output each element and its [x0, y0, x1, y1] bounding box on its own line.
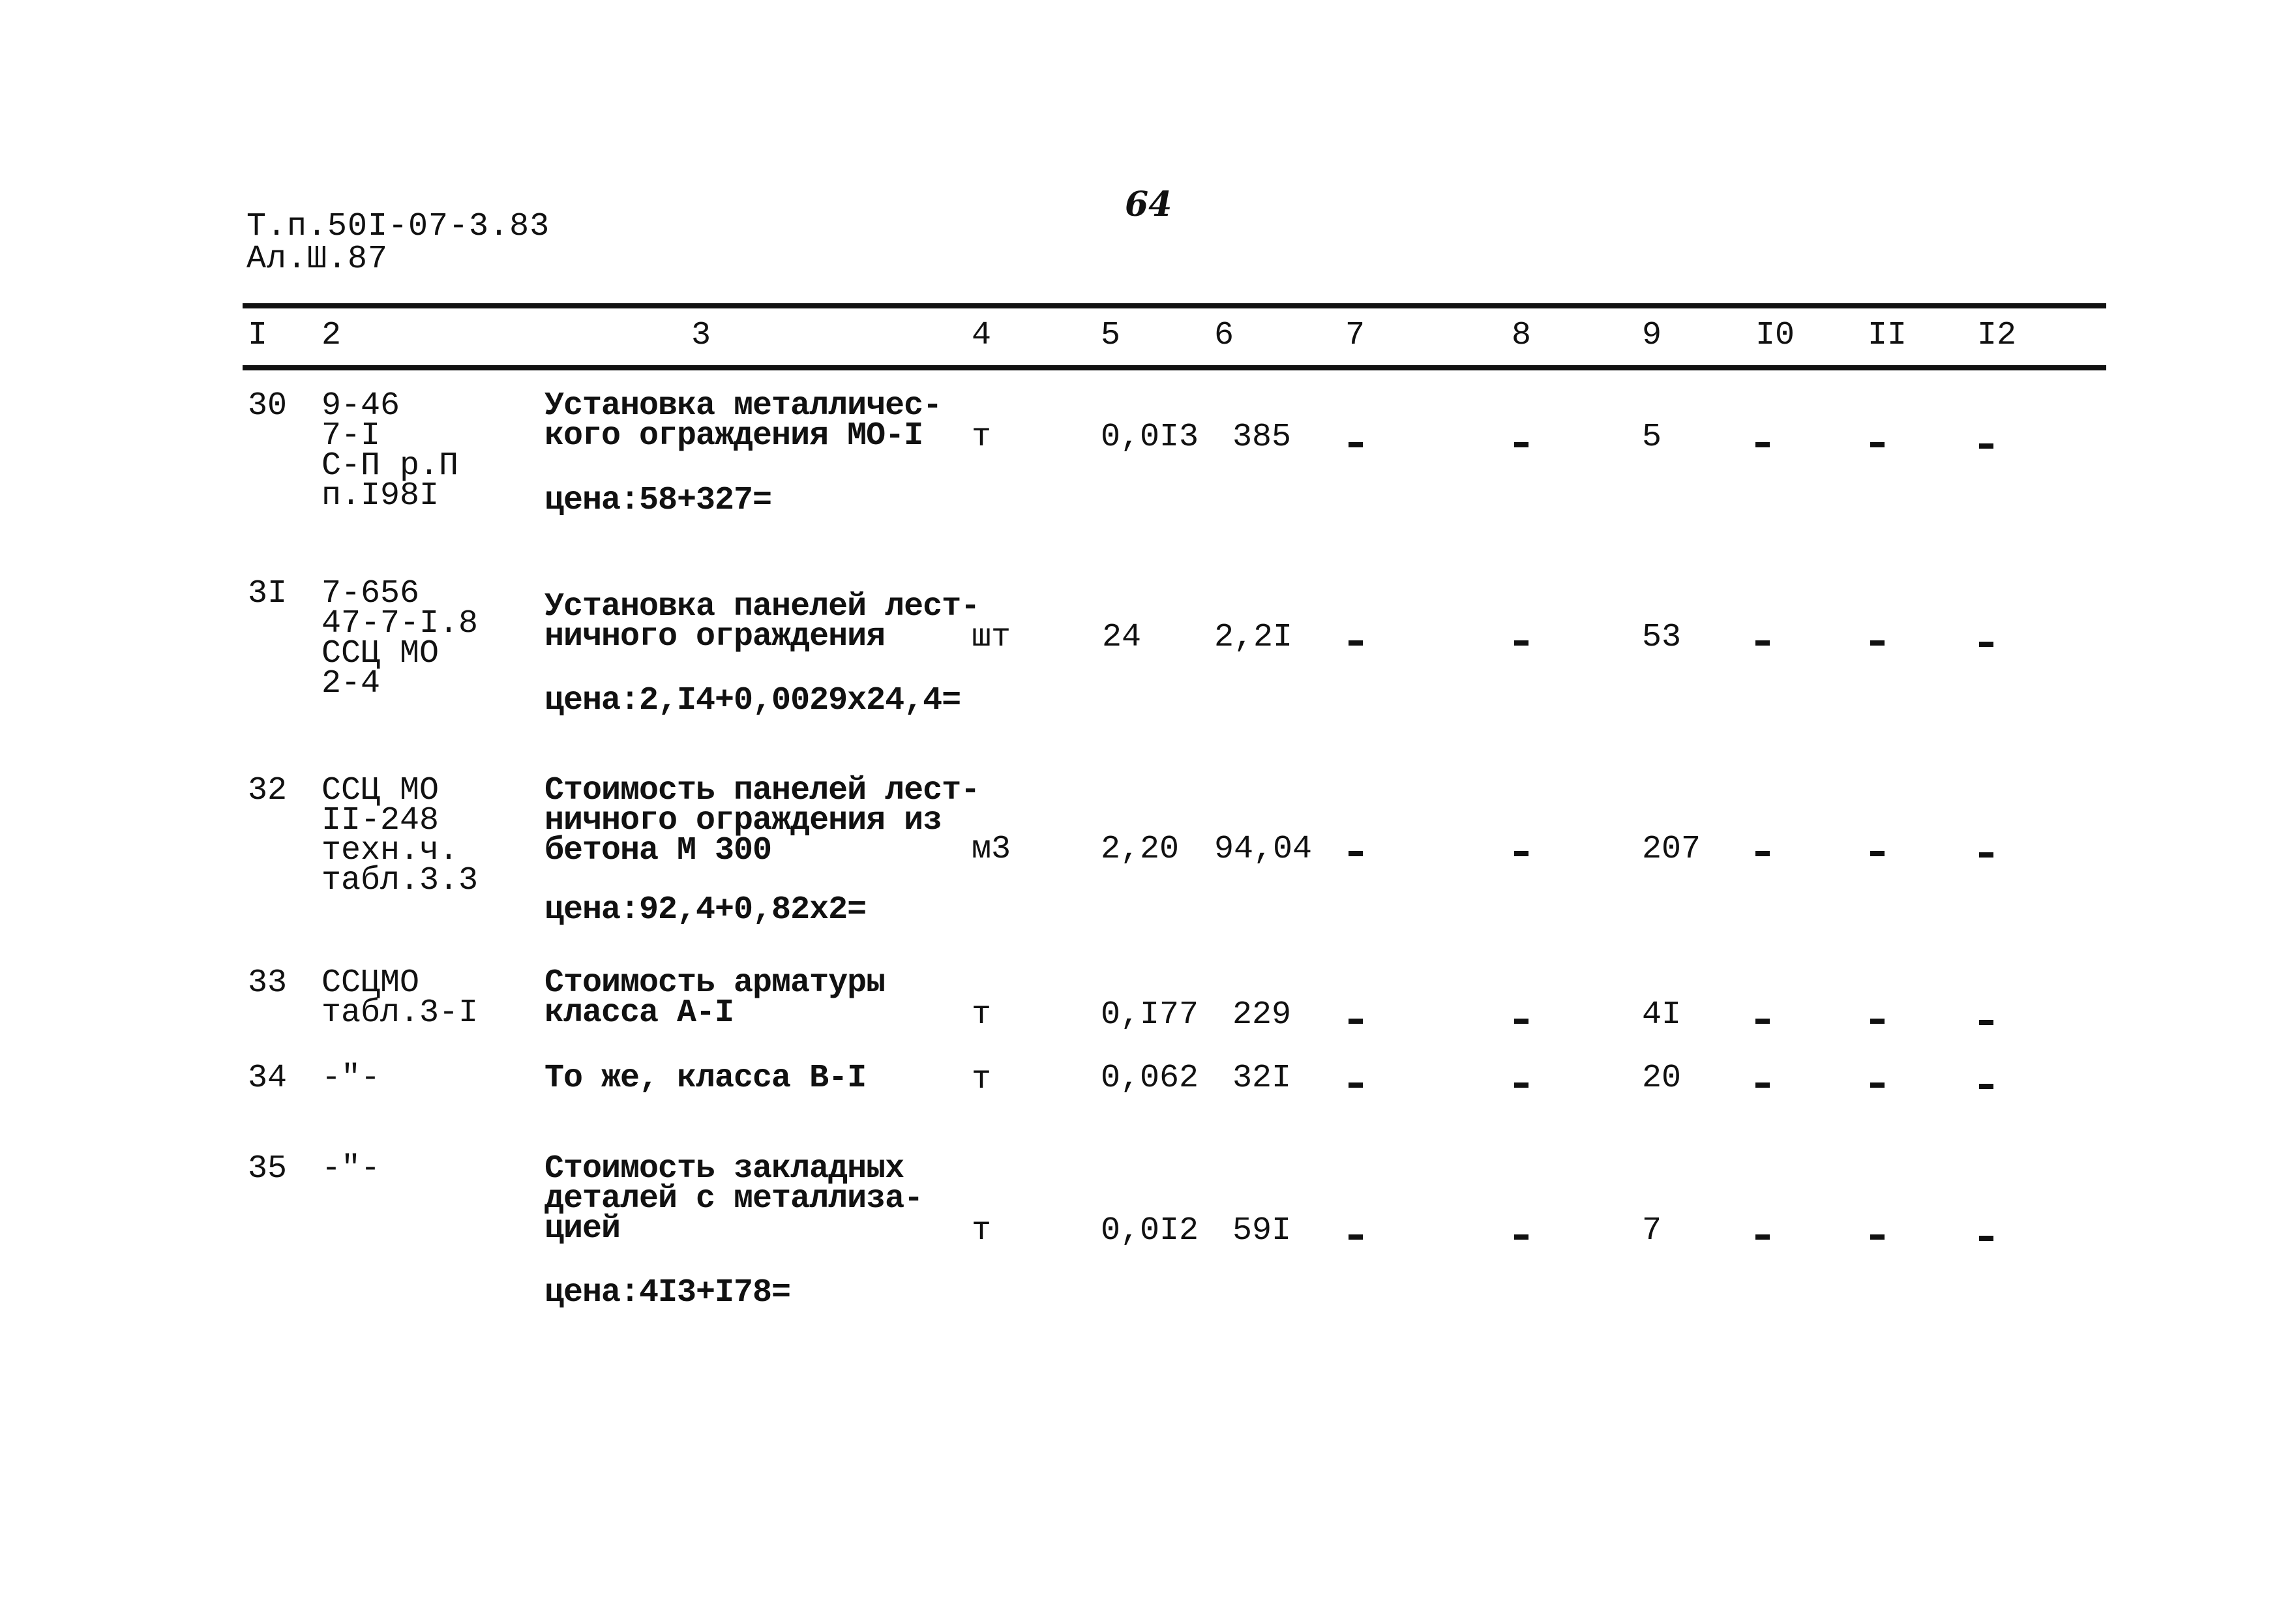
unit: м3	[972, 831, 1011, 868]
column-header: II	[1868, 317, 1907, 354]
work-description: Установка панелей лест- ничного огражден…	[544, 588, 980, 655]
unit: т	[972, 1212, 992, 1249]
empty-dash-col10	[1755, 442, 1770, 447]
work-description: Стоимость закладных деталей с металлиза-…	[544, 1150, 923, 1247]
empty-dash-col11	[1870, 1234, 1885, 1240]
empty-dash-col7	[1349, 1082, 1363, 1088]
table-top-rule	[243, 303, 2106, 308]
empty-dash-col8	[1514, 1082, 1528, 1088]
empty-dash-col12	[1979, 852, 1993, 858]
empty-dash-col7	[1349, 442, 1363, 447]
unit-cost: 94,04	[1214, 831, 1313, 868]
reference-code: -"-	[321, 1060, 381, 1097]
column-header: I2	[1977, 317, 2017, 354]
total-cost: 7	[1642, 1212, 1662, 1249]
empty-dash-col7	[1349, 1234, 1363, 1240]
total-cost: 4I	[1642, 996, 1682, 1034]
unit-cost: 2,2I	[1214, 619, 1293, 656]
empty-dash-col10	[1755, 1082, 1770, 1088]
price-formula: цена:2,I4+0,0029х24,4=	[544, 682, 961, 719]
column-header: 4	[972, 317, 992, 354]
row-number: 30	[248, 387, 288, 425]
empty-dash-col8	[1514, 442, 1528, 447]
column-header: 2	[321, 317, 342, 354]
empty-dash-col8	[1514, 851, 1528, 856]
row-number: 32	[248, 772, 288, 809]
total-cost: 5	[1642, 419, 1662, 456]
column-header: I	[248, 317, 268, 354]
row-number: 3I	[248, 575, 288, 612]
unit-cost: 229	[1232, 996, 1292, 1034]
work-description: Стоимость панелей лест- ничного огражден…	[544, 772, 980, 869]
empty-dash-col12	[1979, 1020, 1993, 1025]
column-header: 9	[1642, 317, 1662, 354]
empty-dash-col11	[1870, 442, 1885, 447]
empty-dash-col11	[1870, 640, 1885, 646]
album-sheet-code: Ал.Ш.87	[246, 241, 389, 278]
quantity: 24	[1102, 619, 1142, 656]
empty-dash-col8	[1514, 640, 1528, 646]
document-code: Т.п.50I-07-3.83	[246, 208, 550, 245]
empty-dash-col10	[1755, 1019, 1770, 1024]
quantity: 2,20	[1101, 831, 1180, 868]
empty-dash-col10	[1755, 851, 1770, 856]
reference-code: -"-	[321, 1150, 381, 1187]
price-formula: цена:58+327=	[544, 482, 772, 519]
column-header: 8	[1512, 317, 1532, 354]
row-number: 33	[248, 964, 288, 1002]
reference-code: 7-656 47-7-I.8 ССЦ МО 2-4	[321, 575, 479, 702]
column-header: I0	[1755, 317, 1795, 354]
empty-dash-col7	[1349, 851, 1363, 856]
work-description: Стоимость арматуры класса А-I	[544, 964, 886, 1032]
unit: т	[972, 1061, 992, 1098]
page-number: 64	[1125, 185, 1172, 224]
empty-dash-col8	[1514, 1019, 1528, 1024]
unit-cost: 385	[1232, 419, 1292, 456]
total-cost: 207	[1642, 831, 1701, 868]
row-number: 35	[248, 1150, 288, 1187]
quantity: 0,0I3	[1101, 419, 1199, 456]
unit-cost: 32I	[1232, 1060, 1292, 1097]
quantity: 0,062	[1101, 1060, 1199, 1097]
column-header: 7	[1345, 317, 1365, 354]
reference-code: 9-46 7-I С-П р.П п.I98I	[321, 387, 459, 515]
quantity: 0,0I2	[1101, 1212, 1199, 1249]
empty-dash-col11	[1870, 1082, 1885, 1088]
column-header: 6	[1214, 317, 1234, 354]
work-description: То же, класса В-I	[544, 1060, 867, 1097]
row-number: 34	[248, 1060, 288, 1097]
unit: шт	[972, 619, 1011, 656]
total-cost: 53	[1642, 619, 1682, 656]
empty-dash-col11	[1870, 851, 1885, 856]
empty-dash-col12	[1979, 1084, 1993, 1089]
empty-dash-col11	[1870, 1019, 1885, 1024]
reference-code: ССЦ МО II-248 техн.ч. табл.3.3	[321, 772, 479, 899]
price-formula: цена:92,4+0,82х2=	[544, 891, 867, 929]
unit: т	[972, 419, 992, 456]
work-description: Установка металличес- кого ограждения МО…	[544, 387, 942, 455]
total-cost: 20	[1642, 1060, 1682, 1097]
empty-dash-col12	[1979, 1236, 1993, 1241]
unit-cost: 59I	[1232, 1212, 1292, 1249]
reference-code: ССЦМО табл.3-I	[321, 964, 479, 1032]
empty-dash-col12	[1979, 443, 1993, 449]
empty-dash-col7	[1349, 640, 1363, 646]
table-header-rule	[243, 365, 2106, 370]
empty-dash-col10	[1755, 640, 1770, 646]
quantity: 0,I77	[1101, 996, 1199, 1034]
empty-dash-col12	[1979, 642, 1993, 647]
empty-dash-col8	[1514, 1234, 1528, 1240]
empty-dash-col10	[1755, 1234, 1770, 1240]
price-formula: цена:4I3+I78=	[544, 1274, 791, 1311]
column-header: 3	[691, 317, 711, 354]
column-header: 5	[1101, 317, 1121, 354]
empty-dash-col7	[1349, 1019, 1363, 1024]
unit: т	[972, 996, 992, 1034]
